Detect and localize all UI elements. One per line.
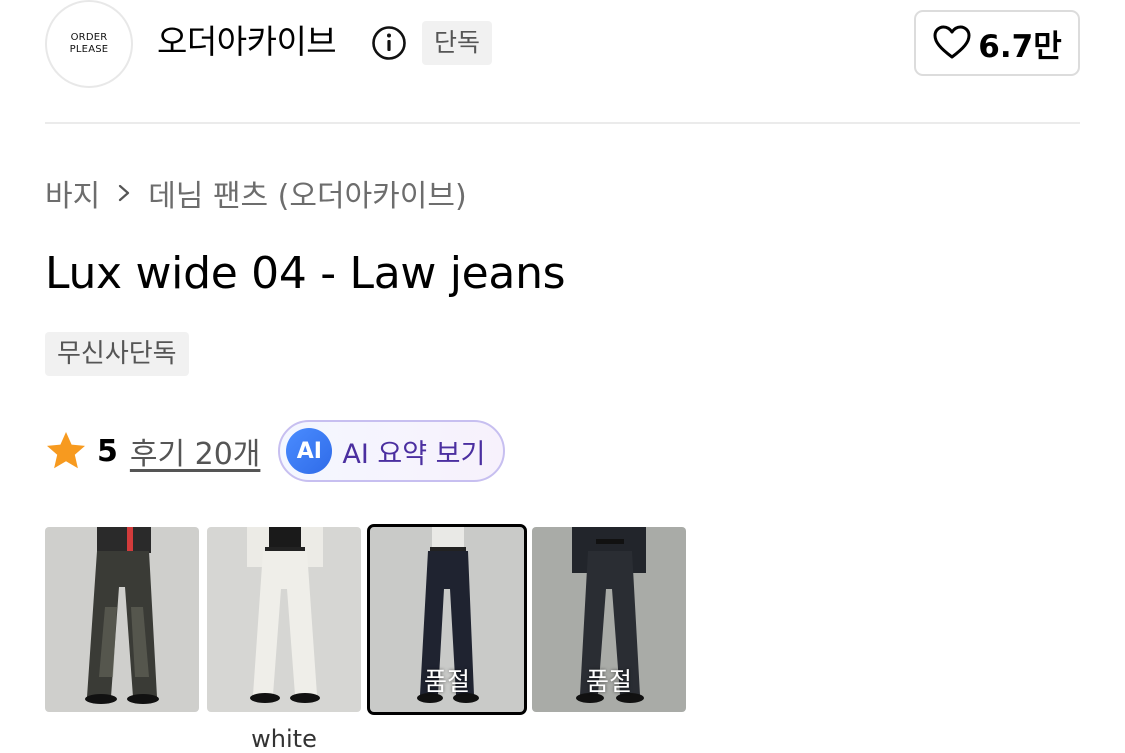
- like-count: 6.7만: [978, 28, 1062, 65]
- exclusive-badge: 단독: [422, 21, 493, 65]
- breadcrumb: 바지 데님 팬츠 (오더아카이브): [45, 168, 467, 218]
- brand-logo[interactable]: ORDER PLEASE: [45, 0, 133, 88]
- ai-summary-label: AI 요약 보기: [342, 438, 486, 470]
- brand-header: ORDER PLEASE 오더아카이브 단독 6.7만: [45, 0, 1080, 90]
- breadcrumb-category[interactable]: 바지: [45, 171, 100, 215]
- star-icon: [47, 432, 85, 469]
- brand-name[interactable]: 오더아카이브: [157, 20, 337, 64]
- variant-thumbnail[interactable]: [207, 527, 361, 712]
- variant-thumbnail[interactable]: [45, 527, 199, 712]
- header-divider: [45, 122, 1080, 124]
- variant-photo-white: [207, 527, 361, 712]
- exclusive-tag: 무신사단독: [45, 332, 189, 376]
- ai-summary-button[interactable]: AI AI 요약 보기: [278, 420, 506, 482]
- product-title: Lux wide 04 - Law jeans: [45, 248, 566, 299]
- chevron-right-icon: [119, 184, 130, 202]
- variant-photo-dark-washed: [45, 527, 199, 712]
- breadcrumb-subcategory[interactable]: 데님 팬츠 (오더아카이브): [148, 171, 466, 215]
- brand-logo-line2: PLEASE: [69, 44, 109, 55]
- info-icon[interactable]: [371, 25, 407, 61]
- variant-thumbnail-selected[interactable]: 품절: [367, 524, 527, 715]
- variant-thumbnail[interactable]: 품절: [532, 527, 686, 712]
- rating-score: 5: [97, 433, 118, 469]
- variant-color-name: white: [251, 725, 317, 753]
- soldout-label: 품절: [585, 667, 632, 696]
- soldout-label: 품절: [423, 667, 470, 696]
- ai-badge-icon: AI: [286, 428, 333, 474]
- brand-logo-line1: ORDER: [70, 32, 108, 43]
- rating-row: 5 후기 20개 AI AI 요약 보기: [45, 420, 506, 482]
- review-count-link[interactable]: 후기 20개: [130, 429, 261, 473]
- like-button[interactable]: 6.7만: [914, 10, 1080, 76]
- heart-icon: [933, 25, 971, 59]
